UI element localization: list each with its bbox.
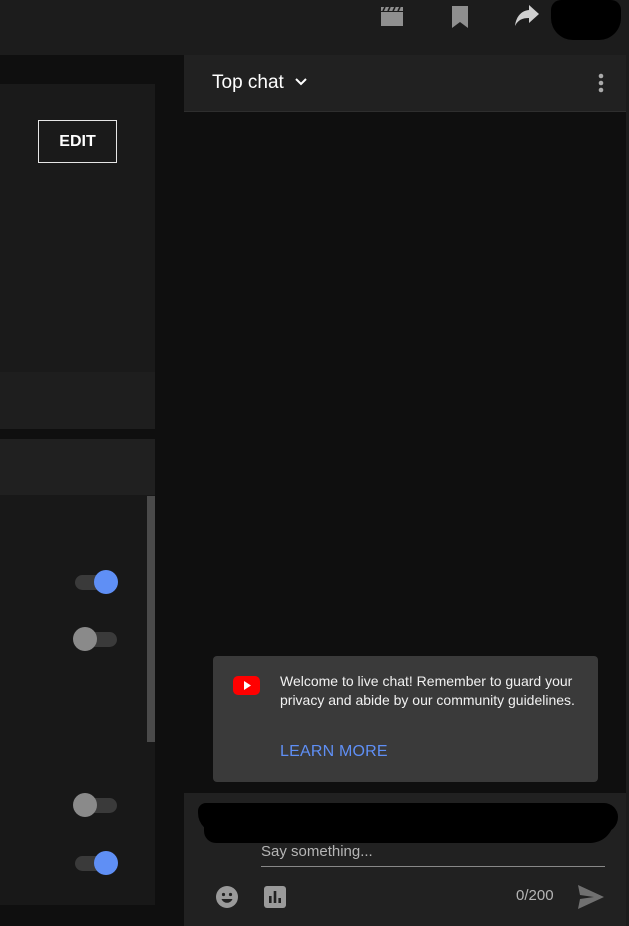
emoji-icon[interactable] bbox=[215, 885, 239, 909]
youtube-logo-icon bbox=[233, 676, 260, 695]
share-icon[interactable] bbox=[514, 4, 540, 30]
toggle-switch-3[interactable] bbox=[73, 792, 119, 818]
poll-icon[interactable] bbox=[264, 886, 286, 908]
clapperboard-icon[interactable] bbox=[379, 4, 405, 30]
send-icon[interactable] bbox=[577, 884, 605, 910]
more-options-icon[interactable] bbox=[593, 71, 609, 95]
chat-input-area: Say something... 0/200 bbox=[184, 793, 626, 926]
top-bar bbox=[0, 0, 629, 55]
chat-message-input[interactable]: Say something... bbox=[261, 843, 605, 867]
video-details-footer bbox=[0, 372, 155, 429]
settings-section bbox=[0, 495, 155, 905]
live-chat-panel: Top chat Welcome to live chat! Remember … bbox=[184, 55, 626, 926]
toggle-knob bbox=[94, 851, 118, 875]
welcome-message-text: Welcome to live chat! Remember to guard … bbox=[280, 673, 575, 708]
edit-button[interactable]: EDIT bbox=[38, 120, 117, 163]
redacted-username-2 bbox=[204, 809, 614, 843]
toggle-switch-2[interactable] bbox=[73, 626, 119, 652]
character-counter: 0/200 bbox=[516, 887, 554, 904]
redacted-avatar bbox=[551, 0, 621, 40]
chat-header: Top chat bbox=[184, 55, 626, 112]
toggle-switch-4[interactable] bbox=[73, 850, 119, 876]
toggle-switch-1[interactable] bbox=[73, 569, 119, 595]
bookmark-icon[interactable] bbox=[447, 4, 473, 30]
chat-mode-selector[interactable]: Top chat bbox=[212, 72, 284, 94]
settings-section-header bbox=[0, 439, 155, 495]
toggle-knob bbox=[73, 793, 97, 817]
chevron-down-icon[interactable] bbox=[294, 75, 308, 89]
welcome-message-card: Welcome to live chat! Remember to guard … bbox=[213, 656, 598, 782]
learn-more-link[interactable]: LEARN MORE bbox=[280, 743, 388, 761]
toggle-knob bbox=[94, 570, 118, 594]
toggle-knob bbox=[73, 627, 97, 651]
scrollbar[interactable] bbox=[147, 496, 155, 742]
